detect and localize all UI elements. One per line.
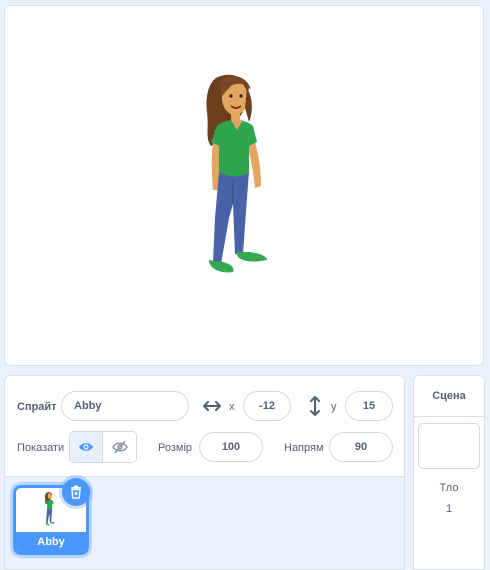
backdrop-thumbnail[interactable] (418, 423, 480, 469)
vertical-arrows-icon (310, 396, 320, 416)
direction-input[interactable]: 90 (329, 432, 393, 462)
stage-title: Сцена (414, 376, 484, 417)
show-label: Показати (17, 442, 65, 454)
sprite-name-input[interactable]: Abby (61, 391, 189, 421)
size-input[interactable]: 100 (199, 432, 263, 462)
stage-canvas[interactable] (4, 5, 484, 366)
stage-selector-pane[interactable]: Сцена Тло 1 (413, 375, 485, 570)
y-input[interactable]: 15 (345, 391, 393, 421)
horizontal-arrows-icon (203, 401, 221, 411)
sprite-thumbnail (45, 492, 56, 526)
eye-icon (79, 443, 93, 451)
sprite-label: Спрайт (17, 401, 57, 413)
trash-icon (71, 485, 81, 499)
size-label: Розмір (158, 442, 193, 454)
x-label: x (229, 401, 235, 413)
backdrops-count: 1 (445, 503, 453, 515)
delete-sprite-button[interactable] (62, 478, 90, 506)
visibility-toggle-group (69, 431, 137, 463)
sprite-tile-label: Abby (16, 532, 86, 552)
backdrops-label: Тло (439, 482, 459, 494)
hide-sprite-button[interactable] (103, 432, 136, 462)
sprite-properties: Спрайт Abby x -12 y 15 Показати Розмір 1… (5, 376, 404, 477)
abby-sprite[interactable] (191, 68, 281, 282)
direction-label: Напрям (284, 442, 324, 454)
y-label: y (331, 401, 337, 413)
show-sprite-button[interactable] (70, 432, 103, 462)
sprite-info-pane: Спрайт Abby x -12 y 15 Показати Розмір 1… (4, 375, 405, 570)
eye-slash-icon (111, 440, 128, 454)
x-input[interactable]: -12 (243, 391, 291, 421)
